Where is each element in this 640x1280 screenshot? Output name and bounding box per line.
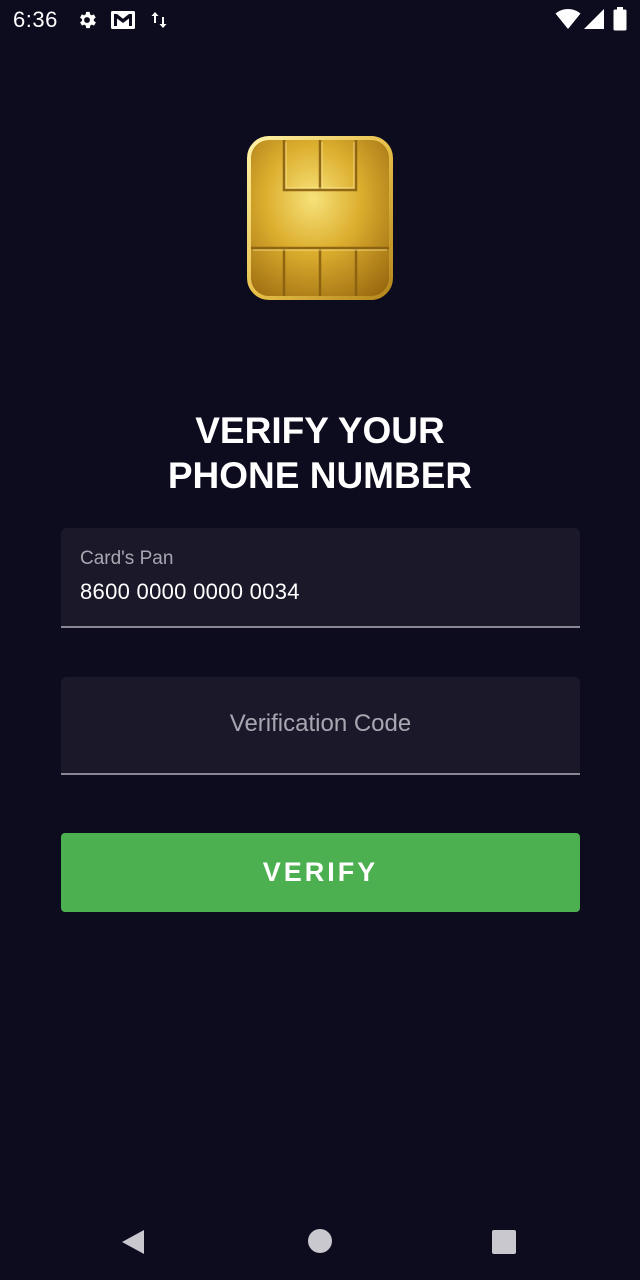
recents-icon[interactable]	[491, 1229, 517, 1260]
gear-icon	[76, 9, 98, 36]
page-title: VERIFY YOUR PHONE NUMBER	[0, 408, 640, 498]
verification-code-field[interactable]: Verification Code	[61, 677, 580, 775]
status-bar: 6:36	[0, 0, 640, 40]
back-icon[interactable]	[120, 1228, 146, 1261]
card-pan-label: Card's Pan	[80, 548, 174, 569]
card-pan-field[interactable]: Card's Pan 8600 0000 0000 0034	[61, 528, 580, 628]
verify-phone-screen: 6:36 VERIFY YOUR PHONE NUMBER Card's Pan…	[0, 0, 640, 1280]
page-title-line-1: VERIFY YOUR	[195, 410, 445, 451]
status-time: 6:36	[13, 7, 58, 32]
signal-icon	[583, 8, 605, 35]
verify-button[interactable]: VERIFY	[61, 833, 580, 912]
card-pan-value[interactable]: 8600 0000 0000 0034	[80, 579, 300, 605]
sim-chip-icon	[247, 136, 393, 300]
gmail-icon	[110, 9, 136, 36]
wifi-icon	[555, 8, 581, 35]
page-title-line-2: PHONE NUMBER	[167, 455, 473, 496]
home-icon[interactable]	[307, 1228, 333, 1259]
battery-icon	[613, 7, 627, 36]
navigation-bar	[0, 1200, 640, 1280]
data-transfer-icon	[150, 10, 168, 35]
verification-code-placeholder[interactable]: Verification Code	[61, 710, 580, 738]
